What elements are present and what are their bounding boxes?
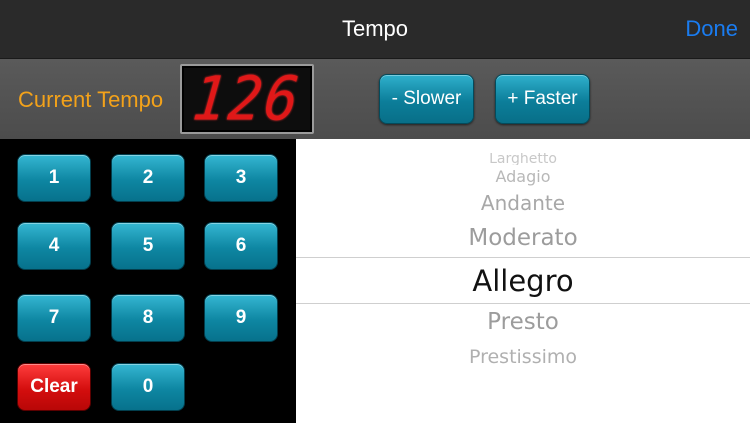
key-7[interactable]: 7 [17,294,91,342]
picker-selection-bottom-line [296,303,750,304]
key-3[interactable]: 3 [204,154,278,202]
clear-button[interactable]: Clear [17,363,91,411]
slower-button[interactable]: - Slower [379,74,474,124]
picker-item[interactable]: Adagio [296,167,750,187]
key-4[interactable]: 4 [17,222,91,270]
number-keypad: 1 2 3 4 5 6 7 8 9 Clear 0 [0,139,296,423]
picker-item[interactable]: Presto [296,307,750,337]
key-5[interactable]: 5 [111,222,185,270]
key-0[interactable]: 0 [111,363,185,411]
picker-selected-item[interactable]: Allegro [296,262,750,300]
faster-button[interactable]: + Faster [495,74,590,124]
tempo-display: 126 [180,64,314,134]
key-8[interactable]: 8 [111,294,185,342]
page-title: Tempo [341,16,409,41]
key-2[interactable]: 2 [111,154,185,202]
picker-item[interactable]: Prestissimo [296,344,750,370]
navigation-bar: Tempo Done [0,0,750,59]
tempo-bar: Current Tempo 126 - Slower + Faster [0,59,750,139]
picker-selection-top-line [296,257,750,258]
done-button[interactable]: Done [685,0,738,58]
tempo-value: 126 [189,63,305,135]
key-1[interactable]: 1 [17,154,91,202]
tempo-name-picker[interactable]: Larghetto Adagio Andante Moderato Allegr… [296,139,750,423]
picker-item[interactable]: Andante [296,190,750,216]
picker-item[interactable]: Moderato [296,223,750,253]
picker-item[interactable]: Larghetto [296,153,750,165]
key-9[interactable]: 9 [204,294,278,342]
key-6[interactable]: 6 [204,222,278,270]
current-tempo-label: Current Tempo [18,87,164,112]
